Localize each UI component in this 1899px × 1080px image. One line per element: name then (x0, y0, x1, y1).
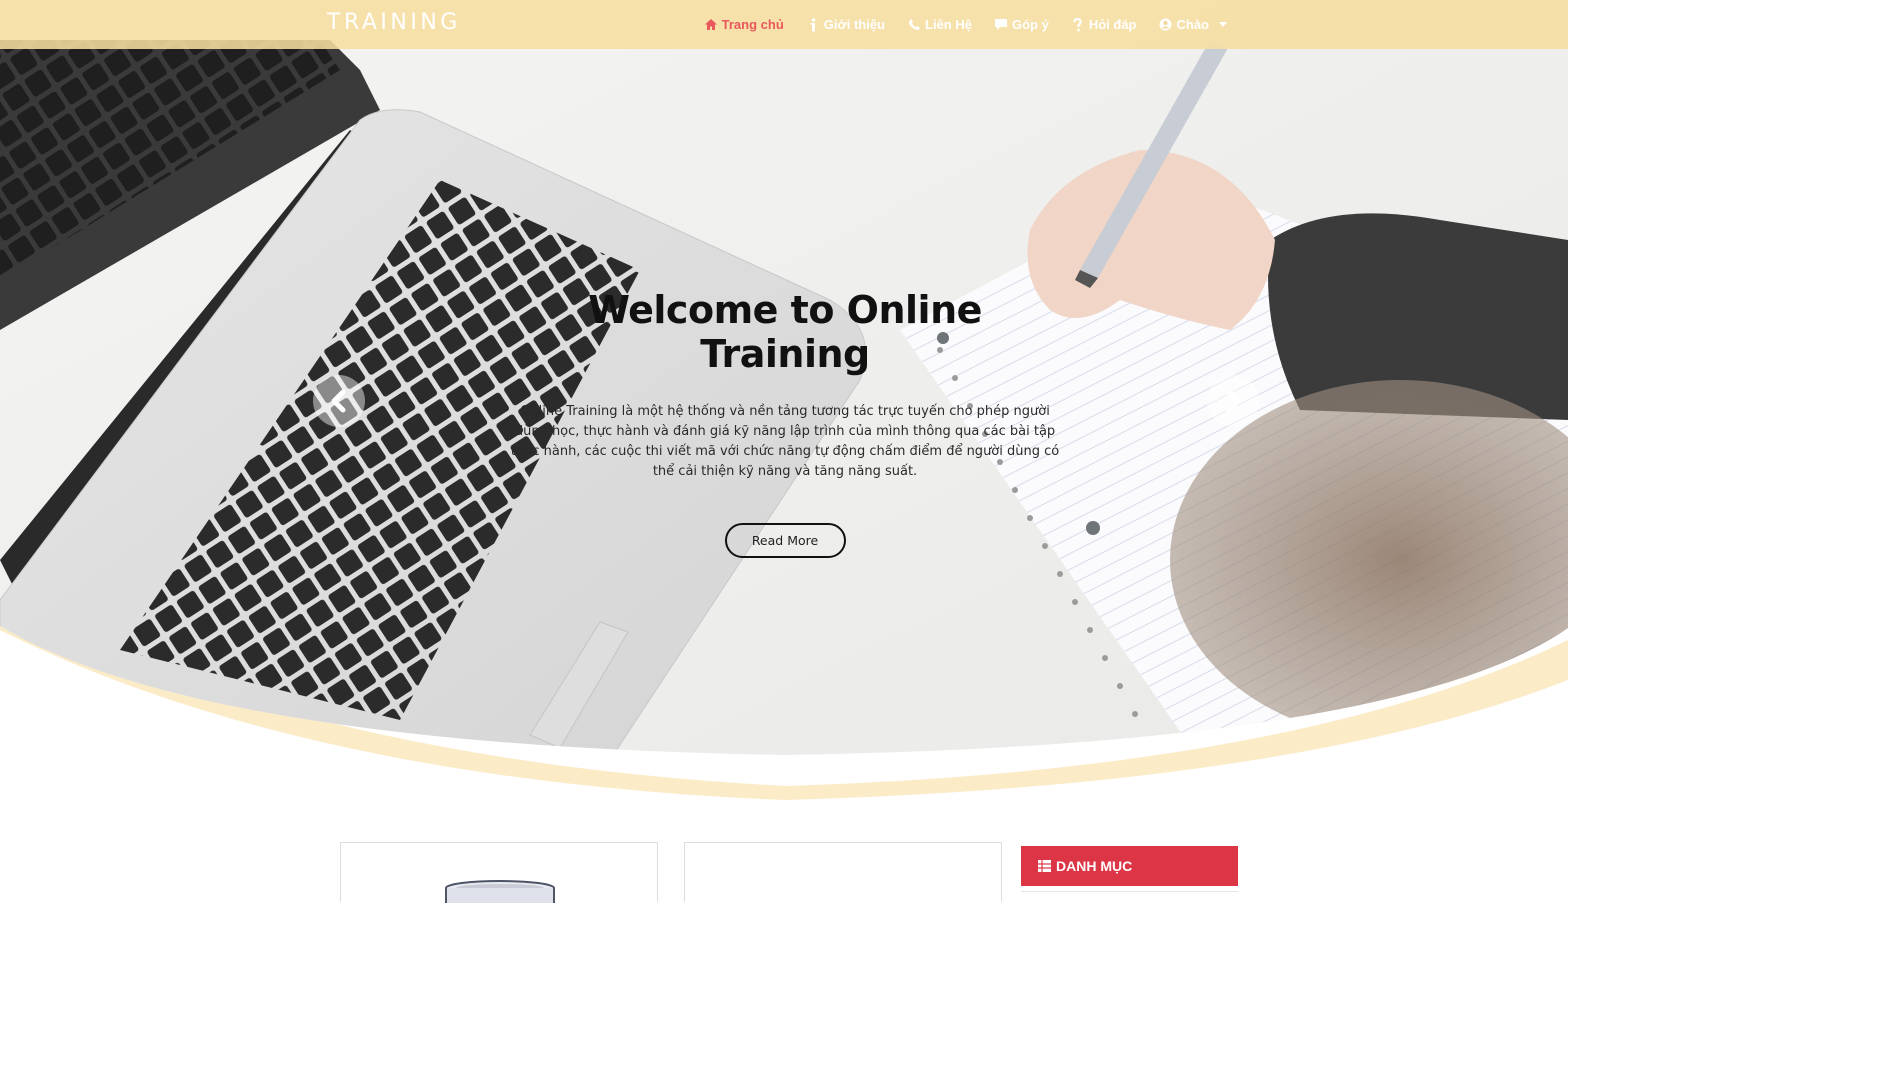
top-navbar: TRAINING Trang chủ Giới thiệu Liên Hệ Gó… (0, 0, 1568, 49)
brand-logo[interactable]: TRAINING (327, 10, 461, 35)
nav-item-label: Hỏi đáp (1088, 17, 1137, 32)
nav-item-about[interactable]: Giới thiệu (795, 17, 896, 32)
nav-item-label: Trang chủ (721, 17, 784, 32)
carousel-prev-button[interactable] (313, 375, 365, 427)
divider (1021, 891, 1238, 892)
course-image (445, 880, 555, 903)
read-more-button[interactable]: Read More (724, 523, 846, 558)
chevron-right-icon (1226, 389, 1241, 413)
nav-item-feedback[interactable]: Góp ý (983, 17, 1060, 32)
nav-item-label: Liên Hệ (925, 17, 972, 32)
hero-description: Online Training là một hệ thống và nền t… (510, 404, 1060, 479)
comment-icon (994, 18, 1008, 32)
nav-item-user-dropdown[interactable]: Chào (1148, 17, 1239, 32)
carousel-caption: Welcome to Online Training Online Traini… (505, 288, 1065, 558)
course-card[interactable] (340, 842, 658, 903)
phone-icon (907, 18, 921, 32)
home-icon (704, 18, 718, 32)
nav-item-label: Góp ý (1011, 17, 1049, 32)
nav-item-faq[interactable]: Hỏi đáp (1060, 17, 1148, 32)
main-nav: Trang chủ Giới thiệu Liên Hệ Góp ý Hỏi đ… (693, 0, 1238, 49)
hero-carousel: Welcome to Online Training Online Traini… (0, 0, 1568, 800)
question-icon (1071, 17, 1085, 32)
user-circle-icon (1159, 18, 1173, 32)
nav-item-label: Chào (1176, 17, 1210, 32)
course-card[interactable] (684, 842, 1002, 902)
info-icon (806, 17, 820, 32)
nav-item-home[interactable]: Trang chủ (693, 17, 795, 32)
chevron-down-icon (1219, 22, 1227, 27)
nav-item-contact[interactable]: Liên Hệ (896, 17, 983, 32)
category-title: DANH MỤC (1056, 858, 1133, 874)
chevron-left-icon (331, 389, 346, 413)
nav-item-label: Giới thiệu (823, 17, 886, 32)
table-list-icon (1038, 860, 1051, 872)
category-header: DANH MỤC (1021, 846, 1238, 892)
hero-title: Welcome to Online Training (588, 288, 982, 376)
carousel-next-button[interactable] (1207, 375, 1259, 427)
